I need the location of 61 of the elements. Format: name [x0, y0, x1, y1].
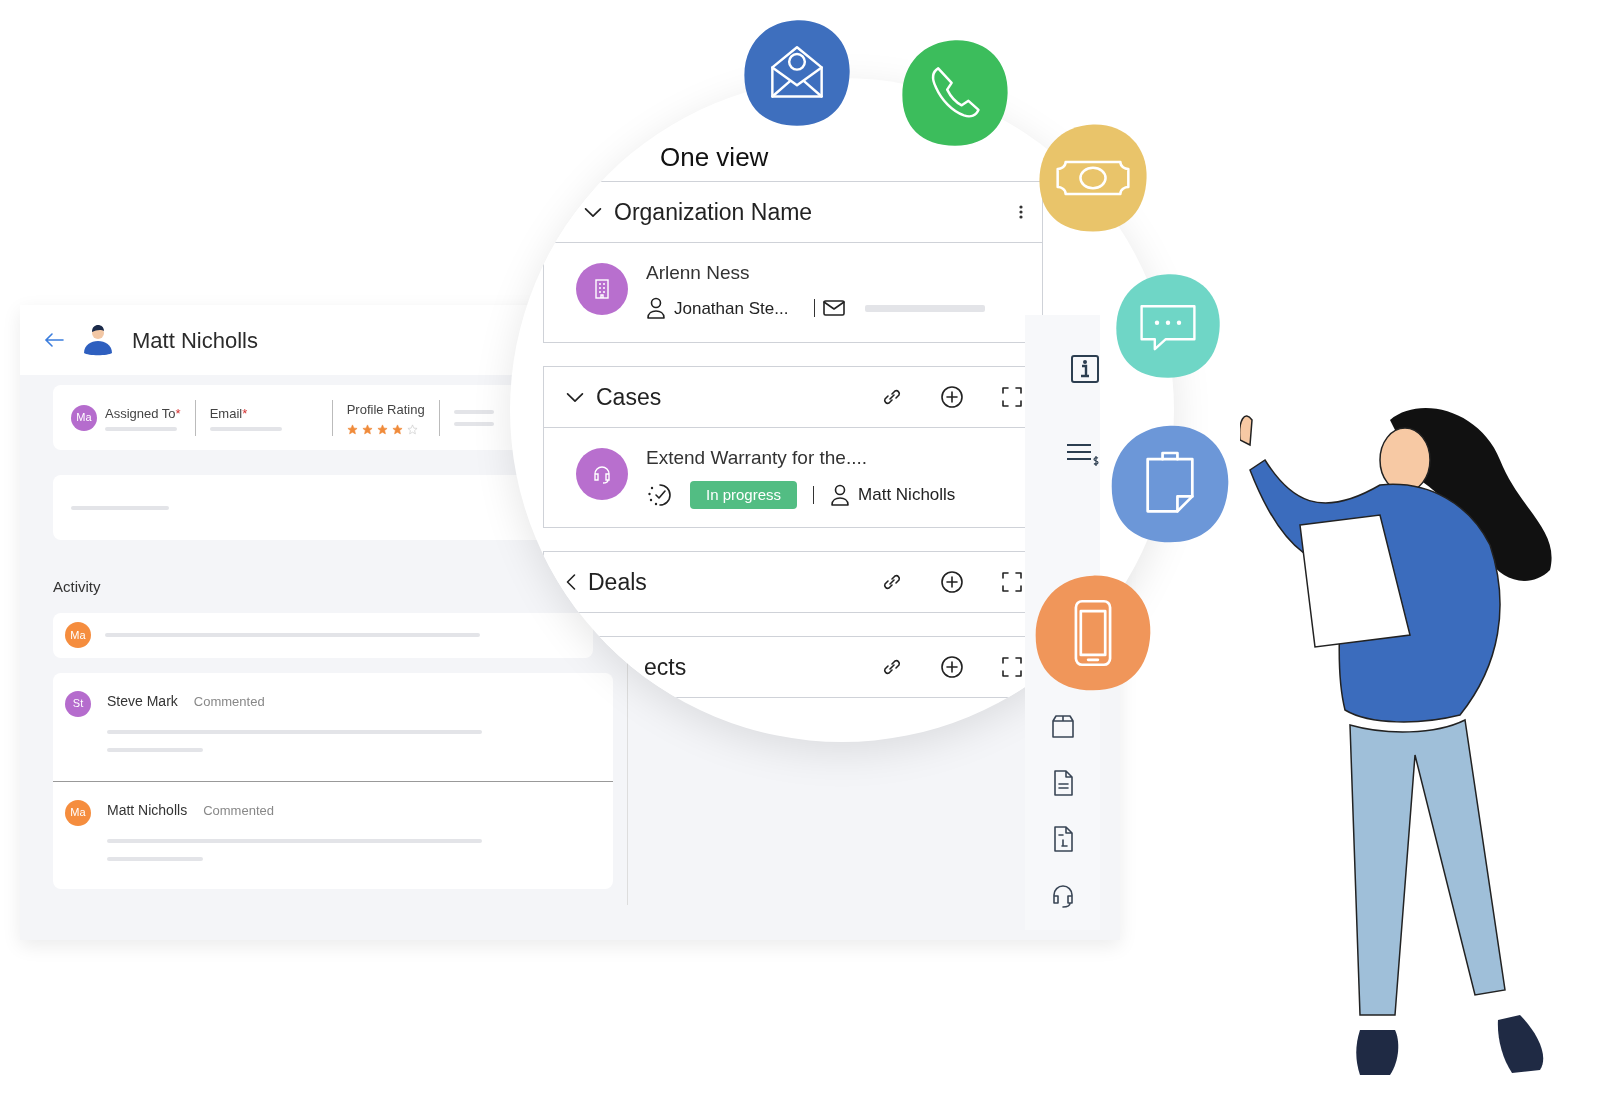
text-placeholder-bar — [105, 427, 177, 432]
expand-view-button[interactable] — [1000, 655, 1024, 679]
more-options-button[interactable] — [1018, 203, 1024, 221]
user-avatar: Ma — [71, 404, 97, 431]
text-placeholder-bar — [453, 409, 494, 414]
fullscreen-icon — [1000, 570, 1024, 594]
section-title: Cases — [596, 382, 663, 412]
headset-icon — [592, 464, 612, 484]
collapse-button[interactable] — [584, 206, 602, 218]
filled-star-icon — [361, 423, 373, 435]
person-icon — [830, 483, 851, 506]
chevron-down-icon — [566, 391, 584, 403]
user-avatar: Ma — [65, 799, 91, 826]
filled-star-icon — [376, 423, 388, 435]
expand-view-button[interactable] — [1000, 385, 1024, 409]
text-placeholder-bar — [453, 421, 494, 426]
envelope-icon — [823, 300, 846, 317]
chevron-left-icon — [566, 573, 576, 591]
person-icon — [646, 297, 666, 320]
organization-name: Arlenn Ness — [646, 261, 751, 285]
record-title: Matt Nicholls — [132, 326, 258, 355]
fullscreen-icon — [1000, 655, 1024, 679]
view-title: One view — [660, 141, 769, 174]
fullscreen-icon — [1000, 385, 1024, 409]
more-vertical-icon — [1018, 203, 1024, 221]
case-owner: Matt Nicholls — [858, 484, 956, 506]
collapse-button[interactable] — [566, 391, 584, 403]
commenter-name: Matt Nicholls — [107, 800, 188, 820]
add-button[interactable] — [940, 655, 964, 679]
building-icon — [592, 278, 612, 300]
contact-name: Jonathan Ste... — [674, 297, 789, 320]
commenter-name: Steve Mark — [107, 691, 178, 711]
field-label: Assigned To* — [105, 404, 181, 423]
add-button[interactable] — [940, 385, 964, 409]
section-title: Organization Name — [614, 197, 814, 227]
expand-button[interactable] — [566, 573, 576, 591]
add-icon — [940, 570, 964, 594]
empty-star-icon — [406, 423, 418, 435]
add-button[interactable] — [940, 570, 964, 594]
chevron-down-icon — [584, 206, 602, 218]
expand-view-button[interactable] — [1000, 570, 1024, 594]
section-title: ects — [644, 652, 688, 682]
status-badge: In progress — [690, 480, 798, 509]
add-icon — [940, 655, 964, 679]
back-arrow-icon — [44, 332, 64, 348]
filled-star-icon — [391, 423, 403, 435]
activity-type: Commented — [203, 801, 274, 820]
case-title: Extend Warranty for the.... — [646, 446, 869, 470]
field-label: Profile Rating — [346, 401, 425, 420]
activity-type: Commented — [193, 692, 265, 711]
back-button[interactable] — [44, 332, 64, 348]
person-avatar-icon — [82, 323, 114, 357]
info-icon[interactable] — [1069, 353, 1101, 383]
section-title: Deals — [588, 567, 648, 597]
filled-star-icon — [346, 423, 358, 435]
field-label: Email* — [209, 404, 249, 423]
user-avatar: Ma — [65, 622, 91, 648]
user-avatar: St — [65, 690, 91, 717]
activity-heading: Activity — [53, 577, 101, 597]
progress-check-icon — [646, 481, 674, 508]
add-icon — [940, 385, 964, 409]
